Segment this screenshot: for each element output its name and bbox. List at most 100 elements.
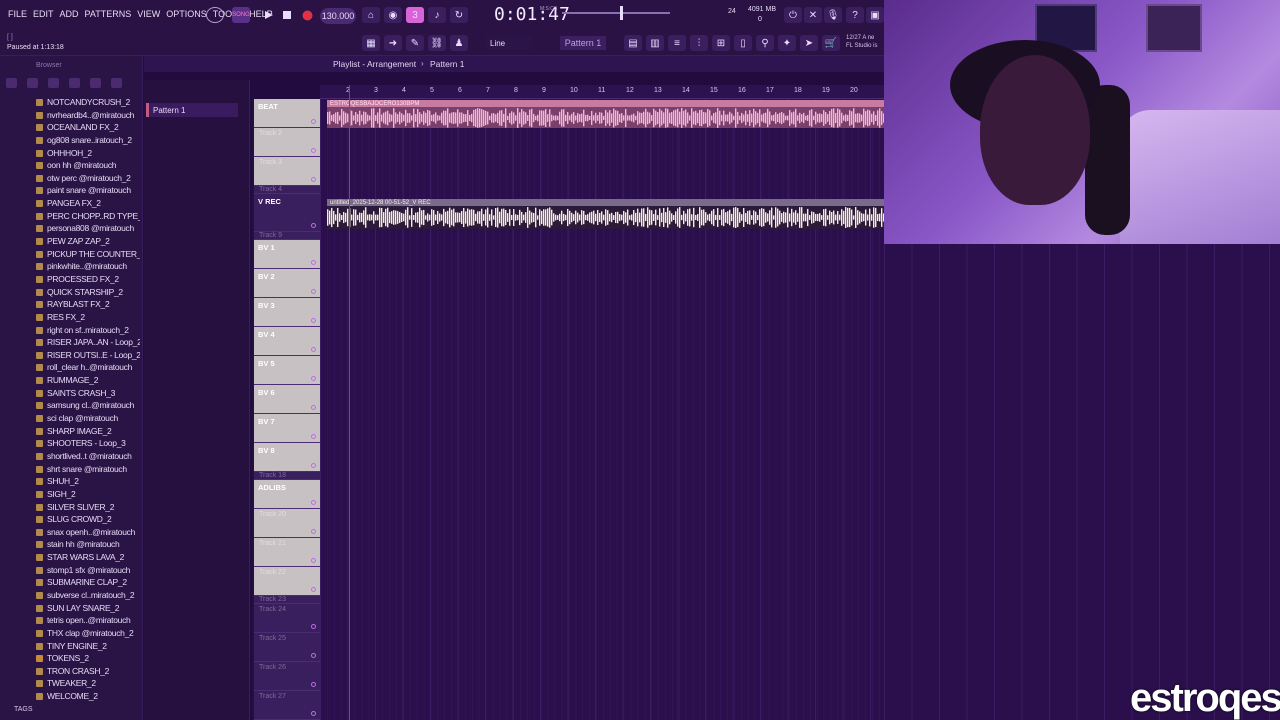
menu-patterns[interactable]: PATTERNS: [85, 9, 132, 19]
track-select-icon[interactable]: [311, 405, 316, 410]
stamp-icon[interactable]: ♟: [450, 35, 468, 51]
track-select-icon[interactable]: [311, 223, 316, 228]
link-icon[interactable]: ⛓: [428, 35, 446, 51]
browser-file-item[interactable]: WELCOME_2: [36, 690, 140, 703]
browser-file-item[interactable]: roll_clear h..@miratouch: [36, 361, 140, 374]
browser-file-item[interactable]: shrt snare @miratouch: [36, 463, 140, 476]
track-select-icon[interactable]: [311, 119, 316, 124]
browser-file-item[interactable]: STAR WARS LAVA_2: [36, 551, 140, 564]
track-header[interactable]: BV 1: [254, 240, 320, 269]
browser-file-item[interactable]: RUMMAGE_2: [36, 374, 140, 387]
browser-tab-cloud[interactable]: [90, 78, 101, 88]
track-header[interactable]: V REC: [254, 194, 320, 232]
microphone-icon[interactable]: 🎙: [824, 7, 842, 23]
countdown-icon[interactable]: 3: [406, 7, 424, 23]
track-header[interactable]: BV 5: [254, 356, 320, 385]
playlist-icon[interactable]: ≡: [668, 35, 686, 51]
browser-tab-all[interactable]: [6, 78, 17, 88]
picker-pattern-item[interactable]: Pattern 1: [146, 103, 238, 117]
play-icon[interactable]: [260, 7, 278, 23]
browser-file-item[interactable]: PICKUP THE COUNTER_2: [36, 248, 140, 261]
arrow-icon[interactable]: ➜: [384, 35, 402, 51]
browser-file-item[interactable]: pinkwhite..@miratouch: [36, 260, 140, 273]
timeline-ruler[interactable]: 2 3 4 5 6 7 8 9 10 11 12 13 14 15 16 17 18 19 20: [320, 85, 884, 99]
track-select-icon[interactable]: [311, 558, 316, 563]
playhead[interactable]: [349, 85, 350, 720]
browser-file-item[interactable]: persona808 @miratouch: [36, 222, 140, 235]
browser-file-item[interactable]: OHHHOH_2: [36, 147, 140, 160]
track-header[interactable]: BEAT: [254, 99, 320, 128]
browser-file-item[interactable]: PEW ZAP ZAP_2: [36, 235, 140, 248]
loop-record-icon[interactable]: ↻: [450, 7, 468, 23]
browser-file-item[interactable]: SHARP IMAGE_2: [36, 425, 140, 438]
browser-file-item[interactable]: THX clap @miratouch_2: [36, 627, 140, 640]
store-icon[interactable]: 🛒: [822, 35, 840, 51]
piano-roll-icon[interactable]: ▦: [362, 35, 380, 51]
track-select-icon[interactable]: [311, 177, 316, 182]
browser-file-item[interactable]: SILVER SLIVER_2: [36, 501, 140, 514]
browser-file-item[interactable]: SHOOTERS - Loop_3: [36, 437, 140, 450]
pattern-selector[interactable]: Pattern 1: [560, 36, 606, 50]
track-select-icon[interactable]: [311, 463, 316, 468]
equalizer-icon[interactable]: ⫶: [690, 35, 708, 51]
menu-add[interactable]: ADD: [60, 9, 79, 19]
browser-file-item[interactable]: QUICK STARSHIP_2: [36, 286, 140, 299]
wrench-icon[interactable]: ✦: [778, 35, 796, 51]
pattern-song-toggle[interactable]: SONG: [232, 7, 250, 23]
stop-icon[interactable]: [278, 7, 296, 23]
track-header[interactable]: Track 18: [254, 472, 320, 480]
news-panel[interactable]: 12/27 A ne FL Studio is: [846, 34, 877, 50]
track-header[interactable]: Track 3: [254, 157, 320, 186]
track-header[interactable]: Track 20: [254, 509, 320, 538]
browser-file-item[interactable]: otw perc @miratouch_2: [36, 172, 140, 185]
browser-file-item[interactable]: RISER JAPA..AN - Loop_2: [36, 336, 140, 349]
slider-handle[interactable]: [620, 6, 623, 20]
edison-icon[interactable]: ➤: [800, 35, 818, 51]
browser-file-item[interactable]: snax openh..@miratouch: [36, 526, 140, 539]
track-header[interactable]: BV 4: [254, 327, 320, 356]
browser-file-item[interactable]: stomp1 sfx @miratouch: [36, 564, 140, 577]
browser-tab-plugins[interactable]: [48, 78, 59, 88]
track-header[interactable]: Track 4: [254, 186, 320, 194]
track-header[interactable]: BV 8: [254, 443, 320, 472]
snap-selector[interactable]: Line: [486, 36, 532, 50]
browser-file-item[interactable]: PROCESSED FX_2: [36, 273, 140, 286]
browser-file-item[interactable]: SLUG CROWD_2: [36, 513, 140, 526]
browser-file-item[interactable]: TRON CRASH_2: [36, 665, 140, 678]
browser-file-item[interactable]: og808 snare..iratouch_2: [36, 134, 140, 147]
file-icon[interactable]: ▯: [734, 35, 752, 51]
browser-file-item[interactable]: SHUH_2: [36, 475, 140, 488]
browser-file-item[interactable]: samsung cl..@miratouch: [36, 399, 140, 412]
track-select-icon[interactable]: [311, 587, 316, 592]
menu-options[interactable]: OPTIONS: [166, 9, 207, 19]
track-header[interactable]: Track 9: [254, 232, 320, 240]
track-select-icon[interactable]: [311, 318, 316, 323]
track-select-icon[interactable]: [311, 289, 316, 294]
browser-file-item[interactable]: RES FX_2: [36, 311, 140, 324]
track-header[interactable]: Track 22: [254, 567, 320, 596]
menu-file[interactable]: FILE: [8, 9, 27, 19]
track-header[interactable]: ADLIBS: [254, 480, 320, 509]
master-pitch-slider[interactable]: [562, 12, 670, 14]
browser-tab-files[interactable]: [27, 78, 38, 88]
track-header[interactable]: BV 6: [254, 385, 320, 414]
track-header[interactable]: Track 25: [254, 633, 320, 662]
browser-file-item[interactable]: paint snare @miratouch: [36, 184, 140, 197]
track-header[interactable]: Track 21: [254, 538, 320, 567]
track-header[interactable]: Track 26: [254, 662, 320, 691]
browser-file-item[interactable]: SUN LAY SNARE_2: [36, 602, 140, 615]
track-header[interactable]: Track 2: [254, 128, 320, 157]
song-time-display[interactable]: 0:01:47: [494, 4, 570, 25]
track-select-icon[interactable]: [311, 624, 316, 629]
browser-file-item[interactable]: PANGEA FX_2: [36, 197, 140, 210]
track-header[interactable]: BV 3: [254, 298, 320, 327]
browser-file-item[interactable]: RAYBLAST FX_2: [36, 298, 140, 311]
browser-file-item[interactable]: sci clap @miratouch: [36, 412, 140, 425]
browser-file-item[interactable]: TOKENS_2: [36, 652, 140, 665]
wait-input-icon[interactable]: ◉: [384, 7, 402, 23]
track-select-icon[interactable]: [311, 148, 316, 153]
browser-tab-samples[interactable]: [69, 78, 80, 88]
browser-file-item[interactable]: nvrheardb4..@miratouch: [36, 109, 140, 122]
window-button[interactable]: ▣: [866, 7, 884, 23]
tags-label[interactable]: TAGS: [14, 706, 33, 713]
